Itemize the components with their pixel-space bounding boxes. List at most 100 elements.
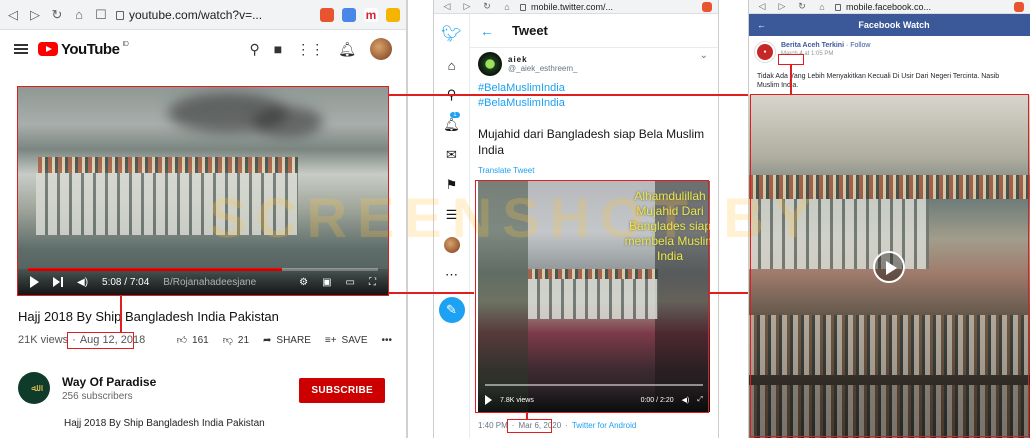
facebook-video-player[interactable]	[749, 95, 1030, 438]
dislike-count: 21	[237, 334, 250, 346]
hashtag-link[interactable]: #BelaMuslimIndia	[478, 82, 565, 94]
play-icon[interactable]	[485, 395, 492, 405]
twitter-panel: ◁ ▷ ↻ ⌂ mobile.twitter.com/... 🐦︎ ⌂ ⚲ 🔔︎…	[433, 0, 719, 438]
bookmarks-icon[interactable]: ⚑	[446, 177, 458, 193]
bookmark-icon[interactable]: ☐	[94, 7, 108, 23]
upload-date: Aug 12, 2018	[79, 334, 146, 346]
theater-mode-icon[interactable]: ▭	[346, 277, 355, 288]
video-actions: 👍︎ 161 👎︎ 21 ➦ SHARE ≡+ SAVE •••	[177, 334, 392, 347]
post-author: ● Berita Aceh Terkini · Follow March 4 a…	[755, 42, 871, 62]
avatar[interactable]	[478, 52, 502, 76]
miniplayer-icon[interactable]: ▣	[322, 277, 331, 288]
fullscreen-icon[interactable]: ⤢	[697, 396, 703, 404]
home-icon[interactable]: ⌂	[500, 2, 514, 12]
back-icon[interactable]: ◁	[440, 1, 454, 12]
back-arrow-icon[interactable]: ←	[480, 23, 494, 39]
brave-shield-icon[interactable]	[1014, 1, 1024, 12]
notifications-bell-icon[interactable]: 🔔︎ 1	[443, 112, 460, 133]
tweet-source[interactable]: Twitter for Android	[572, 421, 636, 430]
back-icon[interactable]: ◁	[755, 1, 769, 12]
reload-icon[interactable]: ↻	[795, 1, 809, 12]
home-icon[interactable]: ⌂	[448, 58, 456, 73]
youtube-logo[interactable]: YouTube ID	[38, 40, 129, 58]
reload-icon[interactable]: ↻	[50, 7, 64, 23]
ship-deck	[38, 157, 298, 173]
video-progress-bar[interactable]	[485, 384, 703, 386]
youtube-video-player[interactable]: ◀) 5:08 / 7:04 B/Rojanahadeesjane ⚙ ▣ ▭ …	[18, 87, 388, 295]
hashtag-link[interactable]: #BelaMuslimIndia	[478, 97, 565, 109]
like-count: 161	[192, 334, 209, 346]
lock-icon	[116, 11, 124, 20]
settings-gear-icon[interactable]: ⚙	[299, 277, 308, 288]
subscribe-button[interactable]: SUBSCRIBE	[299, 378, 385, 403]
home-icon[interactable]: ⌂	[72, 7, 86, 22]
ship-deck	[528, 269, 658, 279]
menu-icon[interactable]	[14, 44, 28, 54]
twitter-bird-icon[interactable]: 🐦︎	[441, 24, 461, 44]
address-bar[interactable]: mobile.twitter.com/...	[520, 2, 696, 12]
avatar[interactable]	[443, 237, 460, 253]
add-to-playlist-icon: ≡+	[324, 334, 337, 346]
forward-icon[interactable]: ▷	[775, 1, 789, 12]
facebook-panel: ◁ ▷ ↻ ⌂ mobile.facebook.co... ← Facebook…	[748, 0, 1030, 438]
dislike-button[interactable]: 👎︎ 21	[223, 334, 250, 347]
address-bar[interactable]: youtube.com/watch?v=...	[116, 8, 312, 22]
like-button[interactable]: 👍︎ 161	[177, 334, 209, 347]
brave-shield-icon[interactable]	[320, 7, 334, 22]
video-meta: 21K views · Aug 12, 2018 👍︎ 161 👎︎ 21 ➦ SHA…	[18, 334, 392, 346]
channel-name[interactable]: Way Of Paradise	[62, 375, 156, 389]
tweet-date[interactable]: Mar 6, 2020	[518, 421, 561, 430]
video-title: Hajj 2018 By Ship Bangladesh India Pakis…	[18, 309, 279, 324]
create-video-icon[interactable]: ■	[274, 41, 282, 57]
crowd	[749, 385, 1030, 438]
play-button-icon[interactable]	[873, 251, 905, 283]
post-caption: Tidak Ada Yang Lebih Menyakitkan Kecuali…	[757, 73, 1000, 89]
logo-text: YouTube	[61, 40, 120, 58]
tweet-video-player[interactable]: Alhamdulillah Mujahid Dari Banglades sia…	[478, 181, 710, 412]
home-icon[interactable]: ⌂	[815, 2, 829, 12]
brave-shield-icon[interactable]	[702, 1, 712, 12]
more-options-icon[interactable]: ⋯	[445, 267, 458, 283]
play-icon[interactable]	[30, 276, 39, 288]
m-extension-icon[interactable]: m	[364, 7, 378, 22]
compose-tweet-button[interactable]: ✎	[438, 297, 465, 323]
apps-grid-icon[interactable]: ⋮⋮	[296, 41, 324, 58]
search-icon[interactable]: ⚲	[447, 87, 457, 103]
translate-tweet-link[interactable]: Translate Tweet	[478, 166, 534, 175]
reload-icon[interactable]: ↻	[480, 1, 494, 12]
channel-avatar[interactable]: ﷲ	[18, 372, 50, 404]
browser-bar: ◁ ▷ ↻ ⌂ mobile.facebook.co...	[749, 0, 1030, 14]
translate-icon[interactable]	[342, 7, 356, 22]
video-side-blur	[478, 181, 528, 412]
save-button[interactable]: ≡+ SAVE	[325, 335, 368, 346]
back-arrow-icon[interactable]: ←	[757, 20, 766, 30]
tweet-author[interactable]: aiek @_aiek_esthreem_	[478, 52, 578, 76]
address-bar[interactable]: mobile.facebook.co...	[835, 2, 1008, 12]
post-date[interactable]: March 4	[781, 51, 803, 57]
url-text: mobile.facebook.co...	[846, 1, 932, 12]
display-name[interactable]: aiek	[508, 55, 578, 64]
tweet-time: 1:40 PM	[478, 421, 508, 430]
youtube-panel: ◁ ▷ ↻ ⌂ ☐ youtube.com/watch?v=... m YouT…	[0, 0, 408, 438]
subscriber-count: 256 subscribers	[62, 390, 133, 402]
next-icon[interactable]	[53, 277, 63, 287]
page-name[interactable]: Berita Aceh Terkini	[781, 42, 844, 49]
search-icon[interactable]: ⚲	[249, 41, 259, 58]
user-handle[interactable]: @_aiek_esthreem_	[508, 64, 578, 73]
forward-icon[interactable]: ▷	[460, 1, 474, 12]
share-button[interactable]: ➦ SHARE	[263, 335, 311, 346]
volume-icon[interactable]: ◀)	[682, 396, 690, 404]
messages-envelope-icon[interactable]: ✉	[446, 147, 457, 163]
fullscreen-icon[interactable]: ⛶	[369, 277, 376, 288]
lists-icon[interactable]: ☰	[446, 207, 458, 223]
volume-icon[interactable]: ◀)	[77, 277, 88, 288]
notifications-bell-icon[interactable]: 🔔︎	[338, 41, 356, 58]
more-actions-button[interactable]: •••	[381, 335, 392, 346]
follow-link[interactable]: · Follow	[846, 42, 871, 49]
page-avatar[interactable]: ●	[755, 42, 775, 62]
forward-icon[interactable]: ▷	[28, 7, 42, 23]
back-icon[interactable]: ◁	[6, 7, 20, 23]
chevron-down-icon[interactable]: ⌄	[700, 50, 708, 61]
avatar[interactable]	[370, 38, 392, 60]
extension-icon[interactable]	[386, 7, 400, 22]
